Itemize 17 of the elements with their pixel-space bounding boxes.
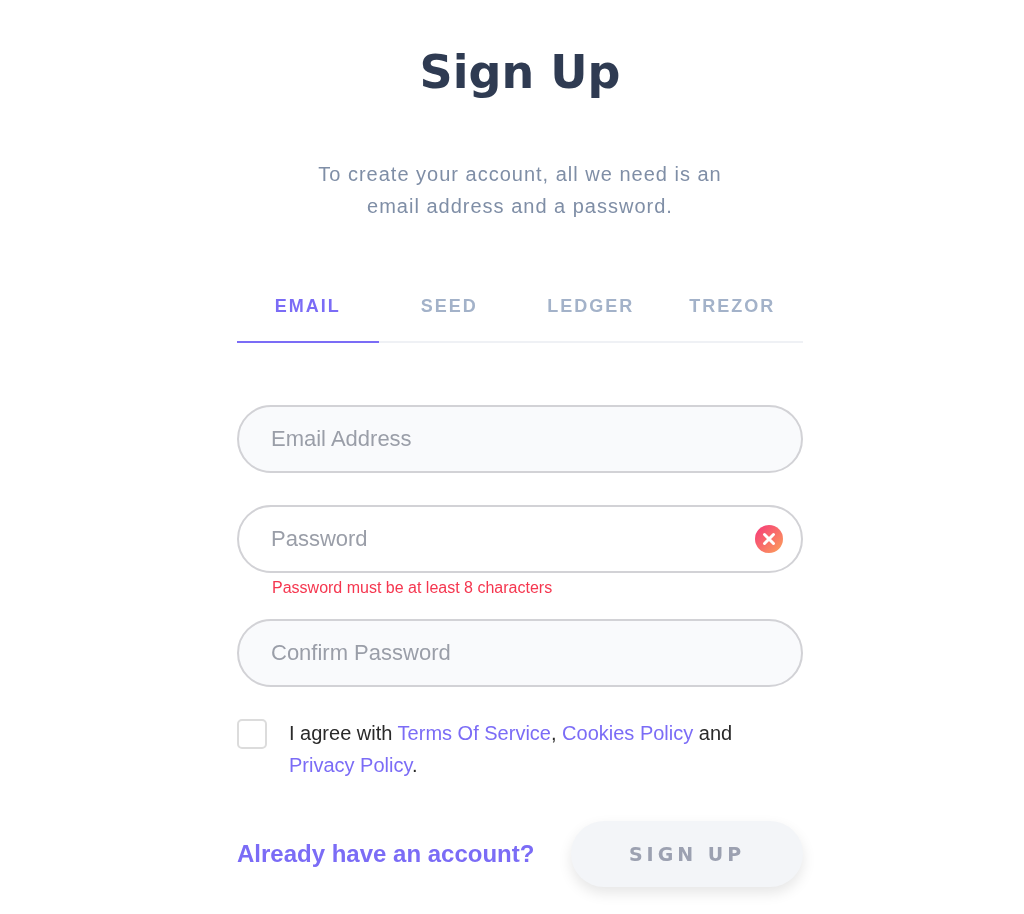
input-field[interactable]: Confirm Password — [237, 619, 803, 687]
policy-link[interactable]: Privacy Policy — [289, 754, 412, 776]
tab[interactable]: TREZOR — [661, 286, 803, 343]
policy-link[interactable]: Cookies Policy — [562, 722, 694, 744]
page-title: Sign Up — [418, 44, 622, 101]
input-field[interactable]: Email Address — [237, 405, 803, 473]
policy-link[interactable]: Terms Of Service — [397, 722, 551, 744]
tab[interactable]: SEED — [378, 286, 520, 343]
input-field[interactable]: Password — [237, 505, 803, 573]
agreement-text: I agree with Terms Of Service, Cookies Policy and Privacy Policy. — [289, 721, 734, 778]
tab[interactable]: LEDGER — [520, 286, 662, 343]
agree-checkbox[interactable] — [237, 719, 267, 749]
tab[interactable]: EMAIL — [237, 286, 379, 343]
error-icon — [755, 525, 783, 553]
subtitle: To create your account, all we need is an email address and a password. — [317, 162, 723, 219]
error-message: Password must be at least 8 characters — [272, 579, 554, 597]
login-link[interactable]: Already have an account? — [237, 840, 535, 868]
